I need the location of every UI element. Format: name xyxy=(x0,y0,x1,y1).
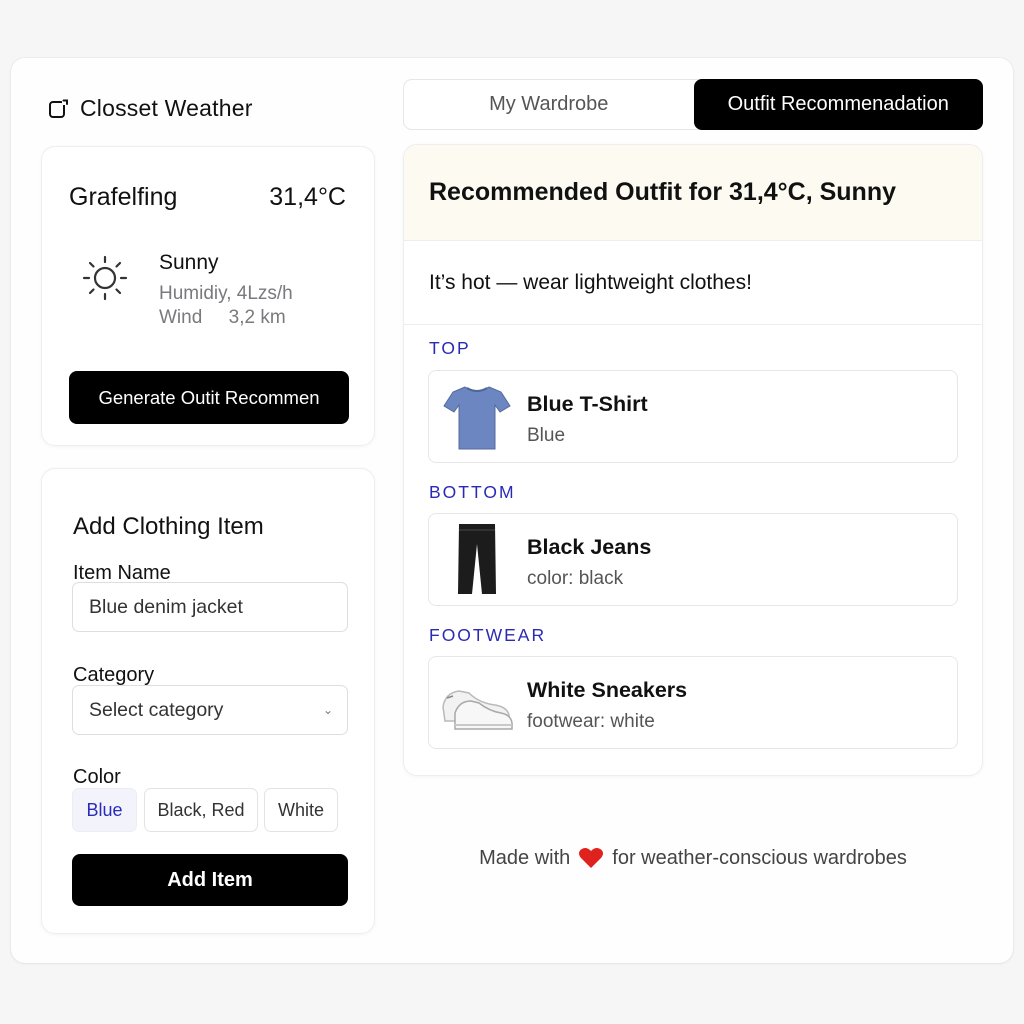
section-label-footwear: FOOTWEAR xyxy=(429,625,547,645)
footer: Made with for weather-conscious wardrobe… xyxy=(403,846,983,870)
weather-card: Grafelfing 31,4°C Sunny Humidiy, 4Lzs/h … xyxy=(41,146,375,446)
outfit-item-name: Blue T-Shirt xyxy=(527,392,648,416)
app-brand: Closset Weather xyxy=(48,94,253,122)
view-tabs: My Wardrobe Outfit Recommenadation xyxy=(403,79,983,130)
heart-icon xyxy=(579,848,604,868)
weather-humidity: Humidiy, 4Lzs/h xyxy=(159,283,293,304)
outfit-card: Recommended Outfit for 31,4°C, Sunny It’… xyxy=(403,144,983,776)
footer-prefix: Made with xyxy=(479,846,571,869)
weather-condition: Sunny xyxy=(159,251,219,274)
outfit-message: It’s hot — wear lightweight clothes! xyxy=(404,241,982,325)
outfit-item-bottom[interactable]: Black Jeans color: black xyxy=(428,513,958,606)
category-select[interactable]: Select category ⌄ xyxy=(72,685,348,735)
chevron-down-icon: ⌄ xyxy=(322,703,333,717)
outfit-item-detail: Blue xyxy=(527,425,566,446)
footer-suffix: for weather-conscious wardrobes xyxy=(612,846,907,869)
add-clothing-title: Add Clothing Item xyxy=(73,513,264,540)
color-chip-black-red[interactable]: Black, Red xyxy=(144,788,258,832)
tshirt-icon xyxy=(443,386,511,450)
app-window: Closset Weather Grafelfing 31,4°C Sunny … xyxy=(11,58,1013,963)
sneakers-icon xyxy=(442,690,513,730)
tab-outfit-recommendation[interactable]: Outfit Recommenadation xyxy=(693,79,983,130)
item-name-input[interactable]: Blue denim jacket xyxy=(72,582,348,632)
weather-wind: Wind 3,2 km xyxy=(159,307,286,328)
outfit-heading: Recommended Outfit for 31,4°C, Sunny xyxy=(404,145,982,241)
outfit-item-detail: color: black xyxy=(527,568,624,589)
color-chip-blue[interactable]: Blue xyxy=(72,788,137,832)
add-item-button[interactable]: Add Item xyxy=(72,854,348,906)
weather-temperature: 31,4°C xyxy=(269,183,346,211)
category-label: Category xyxy=(73,664,155,686)
jeans-icon xyxy=(458,524,496,594)
color-chip-white[interactable]: White xyxy=(264,788,338,832)
category-select-value: Select category xyxy=(89,698,224,721)
outfit-item-name: Black Jeans xyxy=(527,535,652,559)
outfit-item-top[interactable]: Blue T-Shirt Blue xyxy=(428,370,958,463)
add-clothing-card: Add Clothing Item Item Name Blue denim j… xyxy=(41,468,375,934)
color-label: Color xyxy=(73,766,121,788)
section-label-top: TOP xyxy=(429,338,471,358)
section-label-bottom: BOTTOM xyxy=(429,482,516,502)
sun-icon xyxy=(82,255,128,301)
outfit-item-name: White Sneakers xyxy=(527,678,688,702)
app-logo-icon xyxy=(49,99,68,118)
tab-my-wardrobe[interactable]: My Wardrobe xyxy=(404,80,694,129)
outfit-item-detail: footwear: white xyxy=(527,711,655,732)
weather-city: Grafelfing xyxy=(69,183,178,211)
outfit-item-footwear[interactable]: White Sneakers footwear: white xyxy=(428,656,958,749)
generate-recommendation-button[interactable]: Generate Outit Recommen xyxy=(69,371,349,424)
app-title: Closset Weather xyxy=(80,94,253,121)
